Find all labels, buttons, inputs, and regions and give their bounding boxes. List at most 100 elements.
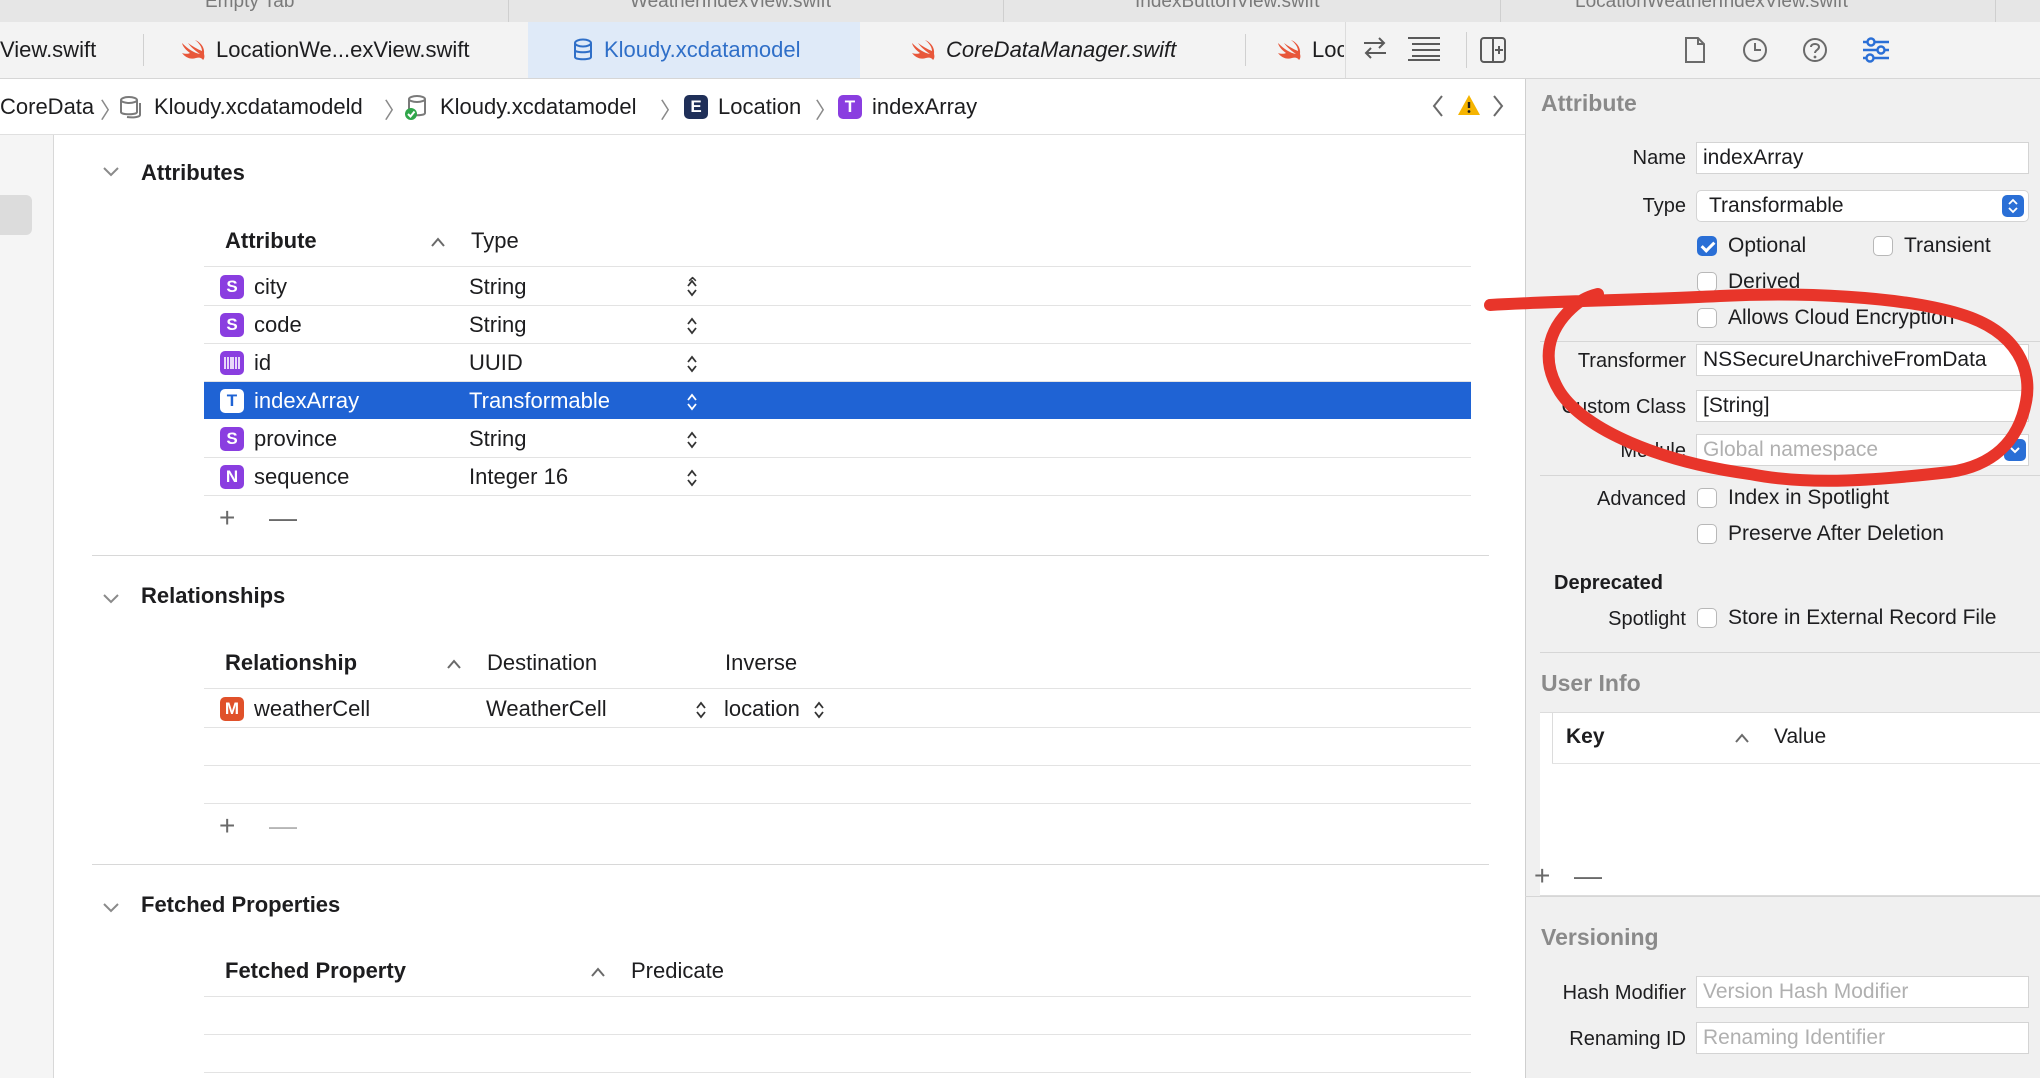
store-external-label: Store in External Record File: [1728, 606, 1997, 629]
predicate-column-header[interactable]: Predicate: [631, 958, 724, 984]
value-column-header[interactable]: Value: [1774, 725, 1826, 749]
table-row[interactable]: M weatherCell WeatherCell location: [204, 690, 1471, 727]
editor-controls: [1345, 22, 1526, 78]
relationship-inverse[interactable]: location: [724, 690, 800, 727]
attributes-section-title: Attributes: [141, 160, 245, 185]
up-down-arrows-icon[interactable]: [686, 468, 698, 493]
warning-icon[interactable]: [1457, 93, 1481, 122]
key-column-header[interactable]: Key: [1566, 725, 1605, 749]
sort-ascending-icon[interactable]: [1734, 731, 1750, 749]
table-row-selected[interactable]: T indexArray Transformable: [204, 382, 1471, 419]
table-row[interactable]: S city String ⌃: [204, 268, 1471, 305]
remove-user-info-button[interactable]: —: [1574, 860, 1602, 892]
up-down-arrows-icon[interactable]: [686, 316, 698, 341]
add-relationship-button[interactable]: +: [219, 810, 235, 842]
type-popup[interactable]: Transformable: [1696, 190, 2029, 222]
chevron-left-icon[interactable]: [1430, 93, 1446, 124]
table-row[interactable]: N sequence Integer 16: [204, 458, 1471, 495]
tab-location-weather-index-view[interactable]: LocationWe...exView.swift: [180, 22, 520, 78]
file-strip-item[interactable]: IndexButtonView.swift: [1135, 0, 1319, 13]
optional-checkbox[interactable]: [1697, 236, 1717, 256]
breadcrumb-item-xcdatamodel[interactable]: Kloudy.xcdatamodel: [404, 79, 637, 134]
module-field[interactable]: Global namespace: [1696, 434, 2029, 466]
attribute-type[interactable]: UUID: [469, 344, 523, 381]
renaming-id-label: Renaming ID: [1569, 1028, 1686, 1050]
file-icon[interactable]: [1684, 36, 1706, 69]
attribute-name: code: [254, 311, 302, 337]
tab-core-data-manager[interactable]: CoreDataManager.swift: [910, 22, 1240, 78]
file-strip-item[interactable]: WeatherIndexView.swift: [630, 0, 831, 13]
help-icon[interactable]: [1801, 36, 1829, 69]
allows-cloud-encryption-checkbox[interactable]: [1697, 308, 1717, 328]
renaming-id-field[interactable]: Renaming Identifier: [1696, 1022, 2029, 1054]
attributes-inspector-icon[interactable]: [1861, 36, 1891, 69]
breadcrumb: CoreData 〉 Kloudy.xcdatamodeld 〉 Kloudy.…: [0, 79, 1525, 135]
add-attribute-button[interactable]: +: [219, 502, 235, 534]
selected-entity-marker[interactable]: [0, 195, 32, 235]
breadcrumb-item-coredata[interactable]: CoreData: [0, 79, 94, 134]
table-row[interactable]: S code String: [204, 306, 1471, 343]
hash-modifier-label: Hash Modifier: [1562, 982, 1686, 1004]
index-in-spotlight-checkbox[interactable]: [1697, 488, 1717, 508]
lines-icon[interactable]: [1406, 34, 1442, 67]
tab-loc-truncated[interactable]: Loc: [1276, 22, 1344, 78]
swap-arrows-icon[interactable]: [1360, 34, 1390, 67]
relationship-destination[interactable]: WeatherCell: [486, 690, 607, 727]
popup-arrows-icon[interactable]: [2002, 195, 2024, 217]
inverse-column-header[interactable]: Inverse: [725, 650, 797, 676]
attribute-type[interactable]: Transformable: [469, 382, 610, 419]
name-field[interactable]: indexArray: [1696, 142, 2029, 174]
sort-ascending-icon[interactable]: [430, 235, 446, 253]
attribute-column-header[interactable]: Attribute: [225, 228, 317, 254]
remove-relationship-button[interactable]: —: [269, 810, 297, 842]
store-external-checkbox[interactable]: [1697, 608, 1717, 628]
attribute-type[interactable]: String: [469, 306, 526, 343]
tab-view-swift[interactable]: View.swift: [0, 22, 140, 78]
chevron-down-icon[interactable]: [102, 162, 120, 183]
transformer-field[interactable]: NSSecureUnarchiveFromData: [1696, 344, 2029, 376]
table-row[interactable]: id UUID: [204, 344, 1471, 381]
attribute-inspector-title: Attribute: [1541, 90, 1637, 116]
sort-ascending-icon[interactable]: [590, 965, 606, 983]
type-column-header[interactable]: Type: [471, 228, 519, 254]
destination-column-header[interactable]: Destination: [487, 650, 597, 676]
chevron-right-icon: 〉: [815, 98, 838, 123]
add-user-info-button[interactable]: +: [1534, 860, 1550, 892]
up-down-arrows-icon[interactable]: [686, 278, 698, 303]
hash-modifier-field[interactable]: Version Hash Modifier: [1696, 976, 2029, 1008]
breadcrumb-item-location[interactable]: E Location: [684, 79, 801, 134]
transient-checkbox[interactable]: [1873, 236, 1893, 256]
up-down-arrows-icon[interactable]: [686, 354, 698, 379]
attribute-type[interactable]: Integer 16: [469, 458, 568, 495]
file-strip-item[interactable]: LocationWeatherIndexView.swift: [1575, 0, 1848, 13]
history-clock-icon[interactable]: [1741, 36, 1769, 69]
chevron-down-icon[interactable]: [2004, 439, 2026, 461]
number-type-icon: N: [220, 458, 244, 495]
file-strip-item[interactable]: Empty Tab: [205, 0, 294, 13]
up-down-arrows-icon[interactable]: [695, 700, 707, 725]
tab-kloudy-xcdatamodel[interactable]: Kloudy.xcdatamodel: [528, 22, 860, 78]
breadcrumb-item-xcdatamodeld[interactable]: Kloudy.xcdatamodeld: [118, 79, 363, 134]
attribute-type[interactable]: String: [469, 420, 526, 457]
up-down-arrows-icon[interactable]: [686, 430, 698, 455]
remove-attribute-button[interactable]: —: [269, 502, 297, 534]
fetched-property-column-header[interactable]: Fetched Property: [225, 958, 406, 984]
sort-ascending-icon[interactable]: [446, 657, 462, 675]
relationship-column-header[interactable]: Relationship: [225, 650, 357, 676]
chevron-right-icon[interactable]: [1490, 93, 1506, 124]
add-editor-icon[interactable]: [1479, 36, 1507, 69]
up-down-arrows-icon[interactable]: [686, 392, 698, 417]
attribute-type[interactable]: String: [469, 268, 526, 305]
entity-icon: E: [684, 94, 708, 119]
inspector-panel: [1525, 22, 2040, 1078]
custom-class-field[interactable]: [String]: [1696, 390, 2029, 422]
chevron-down-icon[interactable]: [102, 589, 120, 610]
transformable-type-icon: T: [220, 382, 244, 419]
preserve-after-deletion-checkbox[interactable]: [1697, 524, 1717, 544]
up-down-arrows-icon[interactable]: [813, 700, 825, 725]
inspector-toolbar: [1525, 22, 2040, 79]
derived-checkbox[interactable]: [1697, 272, 1717, 292]
chevron-down-icon[interactable]: [102, 898, 120, 919]
table-row[interactable]: S province String: [204, 420, 1471, 457]
breadcrumb-item-indexarray[interactable]: T indexArray: [838, 79, 977, 134]
